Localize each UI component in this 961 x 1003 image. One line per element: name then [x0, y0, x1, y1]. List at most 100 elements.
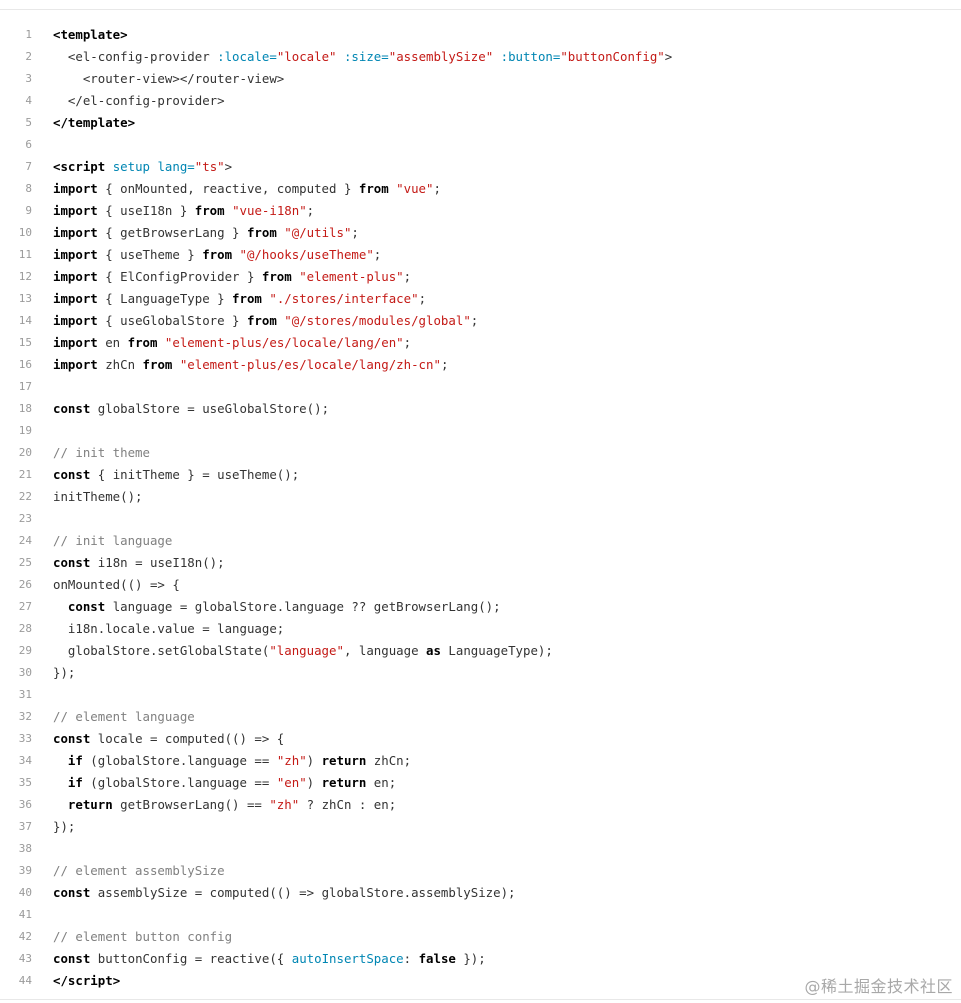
code-line: 39 // element assemblySize: [0, 859, 961, 881]
code-token: ): [306, 752, 322, 768]
code-text: initTheme();: [53, 489, 143, 504]
code-token: import: [53, 202, 98, 218]
code-token: { LanguageType }: [97, 290, 233, 306]
code-text: const buttonConfig = reactive({ autoInse…: [53, 951, 486, 966]
code-token: "locale": [276, 48, 337, 64]
code-line: 40 const assemblySize = computed(() => gl…: [0, 881, 961, 903]
code-token: "vue-i18n": [232, 202, 307, 218]
code-token: const: [53, 466, 91, 482]
code-token: ;: [373, 246, 382, 262]
code-token: "./stores/interface": [269, 290, 419, 306]
line-number: 16: [18, 357, 32, 371]
code-token: from: [127, 334, 158, 350]
code-line: 24 // init language: [0, 529, 961, 551]
code-text: </script>: [53, 973, 120, 988]
code-token: ;: [403, 334, 412, 350]
code-token: >: [112, 972, 121, 988]
line-number: 38: [18, 841, 32, 855]
code-line: 9 import { useI18n } from "vue-i18n";: [0, 199, 961, 221]
code-line: 13 import { LanguageType } from "./stores…: [0, 287, 961, 309]
code-token: <router-view></router-view>: [53, 70, 285, 86]
code-token: return: [321, 774, 367, 790]
code-text: // init language: [53, 533, 172, 548]
code-token: ;: [403, 268, 412, 284]
code-token: import: [53, 356, 98, 372]
code-token: { useGlobalStore }: [97, 312, 247, 328]
line-number: 25: [18, 555, 32, 569]
line-number: 11: [18, 247, 32, 261]
line-number: 26: [18, 577, 32, 591]
code-text: const assemblySize = computed(() => glob…: [53, 885, 516, 900]
code-token: if: [67, 752, 83, 768]
code-text: import { getBrowserLang } from "@/utils"…: [53, 225, 359, 240]
line-number: 35: [18, 775, 32, 789]
code-token: { ElConfigProvider }: [97, 268, 262, 284]
line-number: 34: [18, 753, 32, 767]
code-text: globalStore.setGlobalState("language", l…: [53, 643, 553, 658]
code-text: <router-view></router-view>: [53, 71, 284, 86]
code-line: 10 import { getBrowserLang } from "@/util…: [0, 221, 961, 243]
code-token: ;: [351, 224, 359, 240]
bottom-divider: [0, 999, 961, 1000]
code-token: i18n.locale.value = language;: [53, 620, 285, 636]
code-line: 20 // init theme: [0, 441, 961, 463]
code-token: "zh": [269, 796, 300, 812]
code-token: "zh": [276, 752, 307, 768]
code-text: </el-config-provider>: [53, 93, 225, 108]
line-number: 19: [18, 423, 32, 437]
code-token: autoInsertSpace: [291, 950, 404, 966]
code-text: const i18n = useI18n();: [53, 555, 225, 570]
code-text: import { useI18n } from "vue-i18n";: [53, 203, 314, 218]
code-token: // element button config: [53, 928, 233, 944]
code-token: from: [246, 312, 277, 328]
code-token: from: [202, 246, 233, 262]
code-token: return: [67, 796, 113, 812]
code-token: assemblySize = computed(() => globalStor…: [90, 884, 516, 900]
code-token: <el-config-provider: [53, 48, 218, 64]
code-text: </template>: [53, 115, 135, 130]
line-number: 18: [18, 401, 32, 415]
code-token: i18n = useI18n();: [90, 554, 225, 570]
code-text: if (globalStore.language == "zh") return…: [53, 753, 411, 768]
code-token: >: [224, 158, 233, 174]
code-text: import { ElConfigProvider } from "elemen…: [53, 269, 411, 284]
code-token: en: [97, 334, 128, 350]
code-line: 6: [0, 133, 961, 155]
code-text: import en from "element-plus/es/locale/l…: [53, 335, 411, 350]
code-token: from: [246, 224, 277, 240]
code-token: setup: [112, 158, 150, 174]
code-token: <script: [53, 158, 113, 174]
code-line: 41: [0, 903, 961, 925]
code-line: 33 const locale = computed(() => {: [0, 727, 961, 749]
code-token: zhCn;: [366, 752, 412, 768]
code-token: import: [53, 180, 98, 196]
code-token: // init language: [53, 532, 173, 548]
code-token: const: [53, 730, 91, 746]
code-line: 31: [0, 683, 961, 705]
code-token: :size=: [343, 48, 389, 64]
code-token: { getBrowserLang }: [97, 224, 247, 240]
code-line: 18 const globalStore = useGlobalStore();: [0, 397, 961, 419]
code-line: 42 // element button config: [0, 925, 961, 947]
code-token: import: [53, 246, 98, 262]
code-line: 25 const i18n = useI18n();: [0, 551, 961, 573]
code-text: import { onMounted, reactive, computed }…: [53, 181, 441, 196]
code-lines: 1 <template> 2 <el-config-provider :locale…: [0, 23, 961, 991]
code-token: ;: [306, 202, 315, 218]
code-token: import: [53, 268, 98, 284]
code-token: { onMounted, reactive, computed }: [97, 180, 359, 196]
line-number: 7: [25, 159, 32, 173]
code-token: lang=: [157, 158, 195, 174]
code-token: :button=: [500, 48, 561, 64]
code-token: ): [306, 774, 322, 790]
code-token: { initTheme } = useTheme();: [90, 466, 300, 482]
code-token: const: [53, 554, 91, 570]
line-number: 12: [18, 269, 32, 283]
line-number: 39: [18, 863, 32, 877]
line-number: 5: [25, 115, 32, 129]
line-number: 29: [18, 643, 32, 657]
line-number: 13: [18, 291, 32, 305]
